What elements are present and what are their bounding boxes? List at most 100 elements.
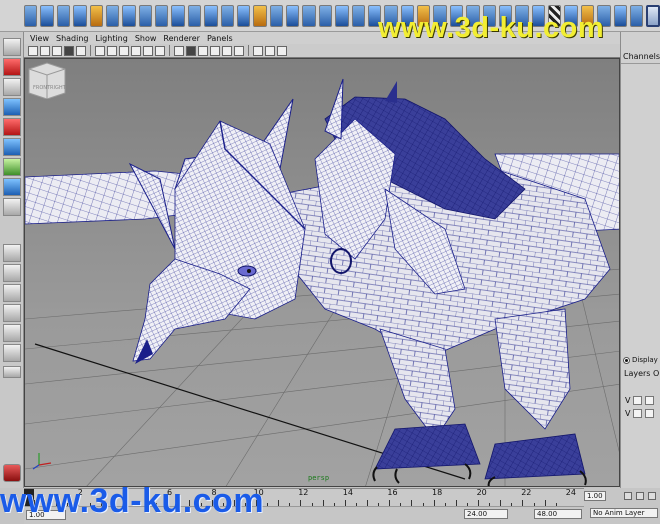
polygon-helix-icon[interactable] bbox=[171, 4, 185, 27]
panel-menu-renderer[interactable]: Renderer bbox=[163, 34, 200, 43]
panel-menu-panels[interactable]: Panels bbox=[207, 34, 233, 43]
polygon-cube-icon[interactable] bbox=[24, 4, 38, 27]
viewcube[interactable]: FRONT RIGHT bbox=[25, 59, 67, 99]
polygon-torus-icon[interactable] bbox=[105, 4, 120, 27]
rotate-tool-icon[interactable] bbox=[3, 118, 21, 136]
unfold-icon[interactable] bbox=[613, 4, 627, 27]
single-pane-layout-icon[interactable] bbox=[3, 244, 21, 262]
timeline-tick-label: 22 bbox=[521, 488, 532, 497]
persp-graph-layout-icon[interactable] bbox=[3, 324, 21, 342]
polygon-cone-icon[interactable] bbox=[73, 4, 87, 27]
wireframe-on-shaded-icon[interactable] bbox=[198, 45, 208, 56]
display-layer-radio[interactable]: Display bbox=[623, 356, 658, 364]
polygon-pyramid-icon[interactable] bbox=[138, 4, 152, 27]
layers-menu[interactable]: Layers Op bbox=[624, 369, 660, 378]
combine-icon[interactable] bbox=[220, 4, 234, 27]
axis-gizmo bbox=[32, 453, 52, 470]
layout-menu-icon[interactable] bbox=[3, 366, 21, 378]
polygon-sphere-icon[interactable] bbox=[40, 4, 54, 27]
gate-mask-icon[interactable] bbox=[119, 45, 129, 56]
shadows-icon[interactable] bbox=[234, 45, 244, 56]
range-end-field[interactable]: 48.00 bbox=[534, 509, 582, 519]
layer-row[interactable]: V bbox=[625, 408, 659, 419]
create-polygon-icon[interactable] bbox=[351, 4, 365, 27]
channel-box: Channels Display Layers Op V V bbox=[620, 32, 660, 488]
viewcube-right-label: RIGHT bbox=[50, 85, 67, 91]
polygon-pipe-icon[interactable] bbox=[155, 4, 169, 27]
options-menu-label[interactable]: Op bbox=[653, 369, 660, 378]
textured-icon[interactable] bbox=[210, 45, 220, 56]
divider bbox=[621, 63, 660, 64]
step-back-icon[interactable] bbox=[636, 492, 644, 500]
select-tool-icon[interactable] bbox=[3, 38, 21, 56]
maya-window: View Shading Lighting Show Renderer Panels bbox=[0, 0, 660, 524]
timeline-tick-label: 18 bbox=[432, 488, 443, 497]
visibility-toggle[interactable]: V bbox=[625, 396, 630, 405]
transfer-attributes-icon[interactable] bbox=[318, 4, 333, 27]
safe-action-icon[interactable] bbox=[143, 45, 153, 56]
camera-attributes-icon[interactable] bbox=[40, 45, 50, 56]
soccer-ball-icon[interactable] bbox=[187, 4, 202, 27]
polygon-prism-icon[interactable] bbox=[122, 4, 136, 27]
xray-icon[interactable] bbox=[265, 45, 275, 56]
move-tool-icon[interactable] bbox=[3, 98, 21, 116]
current-frame-field[interactable]: 1.00 bbox=[584, 491, 606, 501]
snapshot-icon[interactable] bbox=[646, 4, 660, 27]
lasso-tool-icon[interactable] bbox=[3, 58, 21, 76]
hypershade-layout-icon[interactable] bbox=[3, 344, 21, 362]
anim-layer-dropdown[interactable]: No Anim Layer bbox=[590, 508, 658, 518]
polygon-cylinder-icon[interactable] bbox=[56, 4, 71, 27]
persp-outliner-layout-icon[interactable] bbox=[3, 304, 21, 322]
separate-icon[interactable] bbox=[236, 4, 251, 27]
two-pane-layout-icon[interactable] bbox=[3, 284, 21, 302]
smooth-icon[interactable] bbox=[286, 4, 300, 27]
grid-icon[interactable] bbox=[76, 45, 86, 56]
layout-uv-icon[interactable] bbox=[629, 4, 644, 27]
layer-color-swatch[interactable] bbox=[645, 396, 655, 405]
visibility-toggle[interactable]: V bbox=[625, 409, 630, 418]
toolbar-divider bbox=[90, 45, 91, 56]
go-to-start-icon[interactable] bbox=[624, 492, 632, 500]
paint-select-icon[interactable] bbox=[3, 78, 21, 96]
platonic-solid-icon[interactable] bbox=[204, 4, 218, 27]
panel-menu-view[interactable]: View bbox=[30, 34, 49, 43]
template-toggle[interactable] bbox=[633, 409, 643, 418]
wireframe-icon[interactable] bbox=[174, 45, 184, 56]
panel-menu-lighting[interactable]: Lighting bbox=[95, 34, 127, 43]
film-gate-icon[interactable] bbox=[95, 45, 105, 56]
resolution-gate-icon[interactable] bbox=[107, 45, 117, 56]
display-label: Display bbox=[632, 356, 658, 364]
end-time-field[interactable]: 24.00 bbox=[464, 509, 508, 519]
layers-menu-label[interactable]: Layers bbox=[624, 369, 650, 378]
image-plane-icon[interactable] bbox=[64, 45, 74, 56]
panel-menu-shading[interactable]: Shading bbox=[56, 34, 89, 43]
play-icon[interactable] bbox=[648, 492, 656, 500]
use-all-lights-icon[interactable] bbox=[222, 45, 232, 56]
universal-manipulator-icon[interactable] bbox=[3, 158, 21, 176]
safe-title-icon[interactable] bbox=[155, 45, 165, 56]
display-radio-icon[interactable] bbox=[623, 356, 630, 364]
append-polygon-icon[interactable] bbox=[335, 4, 349, 27]
bookmarks-icon[interactable] bbox=[52, 45, 62, 56]
template-toggle[interactable] bbox=[633, 396, 643, 405]
select-camera-icon[interactable] bbox=[28, 45, 38, 56]
layer-color-swatch[interactable] bbox=[645, 409, 655, 418]
show-manipulator-icon[interactable] bbox=[3, 198, 21, 216]
polygon-plane-icon[interactable] bbox=[89, 4, 103, 27]
soft-mod-icon[interactable] bbox=[3, 178, 21, 196]
channels-tab[interactable]: Channels bbox=[623, 52, 660, 61]
perspective-viewport[interactable]: FRONT RIGHT persp bbox=[24, 58, 620, 487]
average-vertices-icon[interactable] bbox=[302, 4, 316, 27]
smooth-shade-icon[interactable] bbox=[186, 45, 196, 56]
camera-name-label: persp bbox=[308, 474, 330, 482]
xray-joints-icon[interactable] bbox=[277, 45, 287, 56]
booleans-icon[interactable] bbox=[269, 4, 283, 27]
scale-tool-icon[interactable] bbox=[3, 138, 21, 156]
panel-menu-show[interactable]: Show bbox=[135, 34, 157, 43]
layer-row[interactable]: V bbox=[625, 395, 659, 406]
field-chart-icon[interactable] bbox=[131, 45, 141, 56]
isolate-select-icon[interactable] bbox=[253, 45, 263, 56]
toolbar-divider bbox=[248, 45, 249, 56]
four-pane-layout-icon[interactable] bbox=[3, 264, 21, 282]
extract-icon[interactable] bbox=[253, 4, 267, 27]
